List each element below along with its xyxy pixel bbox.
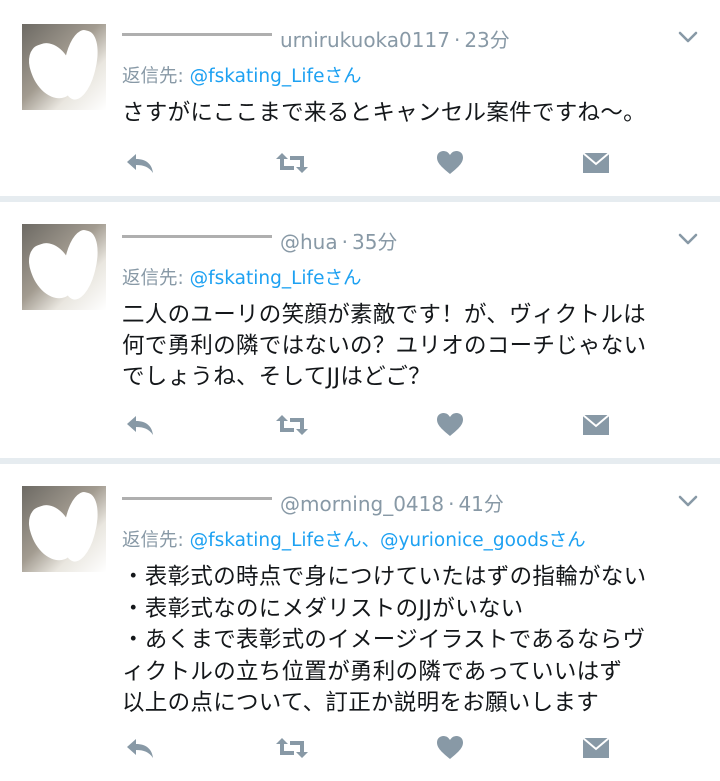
reply-to-line: 返信先: @fskating_Lifeさん bbox=[122, 264, 361, 290]
separator-dot: · bbox=[448, 492, 455, 516]
tweet-header: urnirukuoka0117 · 23分 bbox=[122, 24, 510, 53]
tweet-actions bbox=[122, 148, 622, 178]
display-name-redacted[interactable] bbox=[122, 33, 272, 50]
mention-suffix[interactable]: さん bbox=[549, 530, 586, 551]
separator-dot: · bbox=[341, 230, 348, 254]
mention-link[interactable]: @fskating_Life bbox=[190, 66, 325, 87]
mention-link-2[interactable]: @yurionice_goods bbox=[380, 530, 549, 551]
tweet-timestamp[interactable]: 23分 bbox=[464, 28, 509, 52]
tweet-text: 二人のユーリの笑顔が素敵です！が、ヴィクトルは 何で勇利の隣ではないの？ユリオの… bbox=[122, 302, 647, 390]
like-icon[interactable] bbox=[432, 733, 468, 763]
reply-icon[interactable] bbox=[122, 410, 158, 440]
retweet-icon[interactable] bbox=[274, 733, 310, 763]
reply-to-prefix: 返信先: bbox=[122, 66, 184, 87]
mention-link[interactable]: @fskating_Life bbox=[190, 530, 325, 551]
chevron-down-icon[interactable] bbox=[678, 494, 698, 508]
direct-message-icon[interactable] bbox=[578, 410, 614, 440]
like-icon[interactable] bbox=[432, 410, 468, 440]
reply-icon[interactable] bbox=[122, 733, 158, 763]
user-handle[interactable]: urnirukuoka0117 bbox=[280, 28, 450, 52]
chevron-down-icon[interactable] bbox=[678, 232, 698, 246]
tweet-text: さすがにここまで来るとキャンセル案件ですね〜。 bbox=[122, 100, 646, 126]
reply-to-prefix: 返信先: bbox=[122, 530, 184, 551]
retweet-icon[interactable] bbox=[274, 148, 310, 178]
mention-suffix[interactable]: さん bbox=[324, 66, 361, 87]
user-handle[interactable]: @morning_0418 bbox=[280, 492, 444, 516]
mention-link[interactable]: @fskating_Life bbox=[190, 268, 325, 289]
tweet-feed: urnirukuoka0117 · 23分 返信先: @fskating_Lifeさ… bbox=[0, 0, 720, 781]
tweet-text: ・表彰式の時点で身につけていたはずの指輪がない ・表彰式なのにメダリストのJJが… bbox=[122, 564, 647, 716]
tweet-card[interactable]: @hua · 35分 返信先: @fskating_Lifeさん 二人のユーリの笑顔… bbox=[0, 202, 720, 458]
tweet-timestamp[interactable]: 35分 bbox=[352, 230, 397, 254]
mention-suffix[interactable]: さん bbox=[324, 268, 361, 289]
reply-to-line: 返信先: @fskating_Lifeさん、@yurionice_goodsさん bbox=[122, 526, 586, 552]
avatar[interactable] bbox=[22, 224, 106, 310]
separator-dot: · bbox=[453, 28, 461, 52]
tweet-actions bbox=[122, 733, 622, 763]
chevron-down-icon[interactable] bbox=[678, 30, 698, 44]
direct-message-icon[interactable] bbox=[578, 733, 614, 763]
like-icon[interactable] bbox=[432, 148, 468, 178]
mention-separator[interactable]: さん、 bbox=[324, 530, 380, 551]
avatar[interactable] bbox=[22, 24, 106, 110]
tweet-card[interactable]: urnirukuoka0117 · 23分 返信先: @fskating_Lifeさ… bbox=[0, 0, 720, 196]
reply-to-line: 返信先: @fskating_Lifeさん bbox=[122, 62, 361, 88]
tweet-actions bbox=[122, 410, 622, 440]
display-name-redacted[interactable] bbox=[122, 235, 272, 252]
user-handle[interactable]: @hua bbox=[280, 230, 338, 254]
direct-message-icon[interactable] bbox=[578, 148, 614, 178]
tweet-timestamp[interactable]: 41分 bbox=[458, 492, 503, 516]
avatar[interactable] bbox=[22, 486, 106, 572]
tweet-card[interactable]: @morning_0418 · 41分 返信先: @fskating_Lifeさん、… bbox=[0, 464, 720, 781]
tweet-header: @morning_0418 · 41分 bbox=[122, 488, 504, 517]
tweet-header: @hua · 35分 bbox=[122, 226, 397, 255]
retweet-icon[interactable] bbox=[274, 410, 310, 440]
display-name-redacted[interactable] bbox=[122, 497, 272, 514]
reply-to-prefix: 返信先: bbox=[122, 268, 184, 289]
reply-icon[interactable] bbox=[122, 148, 158, 178]
